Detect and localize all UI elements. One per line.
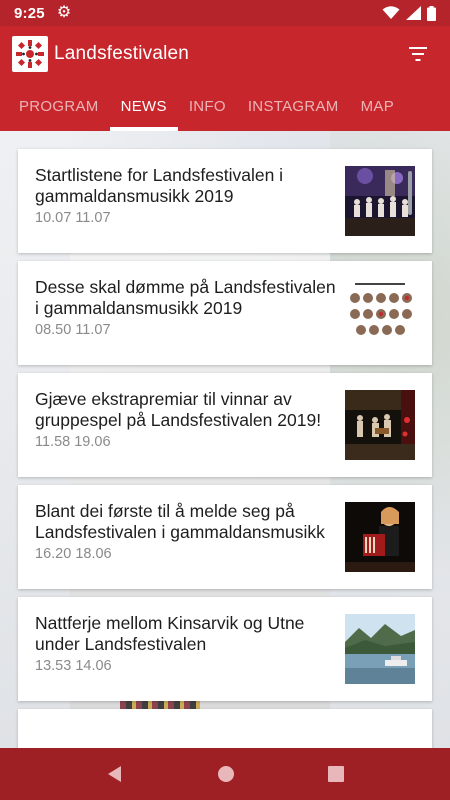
app-bar: Landsfestivalen (0, 26, 450, 82)
tab-label: NEWS (120, 98, 167, 115)
home-icon[interactable] (217, 765, 235, 783)
news-card[interactable]: Desse skal dømme på Landsfestivalen i ga… (18, 261, 432, 365)
wifi-icon (382, 6, 400, 19)
tab-map[interactable]: MAP (350, 82, 405, 131)
filter-icon (409, 47, 427, 61)
news-title: Desse skal dømme på Landsfestivalen i ga… (35, 277, 336, 318)
scrollbar[interactable] (408, 171, 412, 215)
accordion-player-thumbnail (345, 502, 415, 572)
tab-label: INSTAGRAM (247, 98, 339, 115)
news-card[interactable]: Nattferje mellom Kinsarvik og Utne under… (18, 597, 432, 701)
fjord-landscape-thumbnail (345, 614, 415, 684)
navigation-bar (0, 748, 450, 800)
group-musicians-thumbnail (345, 390, 415, 460)
news-title: Nattferje mellom Kinsarvik og Utne under… (35, 613, 305, 654)
judges-portraits-thumbnail (345, 278, 415, 348)
tab-program[interactable]: PROGRAM (8, 82, 110, 131)
news-card[interactable] (18, 709, 432, 748)
tab-info[interactable]: INFO (178, 82, 237, 131)
app-title: Landsfestivalen (54, 43, 190, 64)
tab-instagram[interactable]: INSTAGRAM (237, 82, 350, 131)
recents-icon[interactable] (327, 766, 344, 782)
gear-icon: ⚙ (56, 4, 72, 21)
back-icon[interactable] (106, 765, 124, 783)
stage-performance-thumbnail (345, 166, 415, 236)
news-card[interactable]: Startlistene for Landsfestivalen i gamma… (18, 149, 432, 253)
status-bar: 9:25 ⚙ (0, 0, 450, 26)
signal-icon (406, 6, 421, 20)
tab-label: PROGRAM (19, 98, 99, 115)
status-time: 9:25 (14, 4, 45, 22)
news-card[interactable]: Gjæve ekstrapremiar til vinnar av gruppe… (18, 373, 432, 477)
news-card[interactable]: Blant dei første til å melde seg på Land… (18, 485, 432, 589)
tab-news[interactable]: NEWS (109, 82, 179, 131)
status-icons (382, 5, 436, 21)
news-title: Gjæve ekstrapremiar til vinnar av gruppe… (35, 389, 322, 430)
tab-label: MAP (360, 98, 395, 115)
news-title: Blant dei første til å melde seg på Land… (35, 501, 325, 542)
festival-logo-icon (12, 36, 48, 72)
filter-button[interactable] (398, 34, 438, 74)
tab-label: INFO (188, 98, 226, 115)
news-title: Startlistene for Landsfestivalen i gamma… (35, 165, 284, 206)
news-list[interactable]: Startlistene for Landsfestivalen i gamma… (0, 131, 450, 748)
battery-icon (427, 5, 436, 21)
tab-bar: PROGRAM NEWS INFO INSTAGRAM MAP (0, 82, 450, 131)
